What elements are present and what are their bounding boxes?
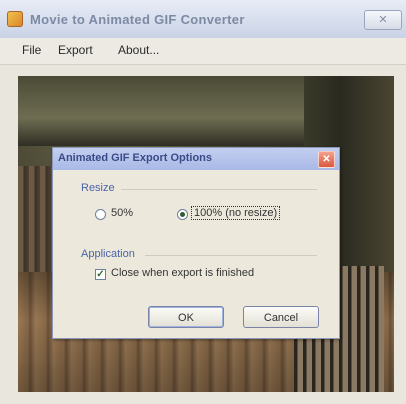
close-icon: ✕ <box>322 154 331 165</box>
resize-group-label: Resize <box>81 182 115 194</box>
menu-item-export[interactable]: Export <box>58 43 93 57</box>
dialog-titlebar: Animated GIF Export Options ✕ <box>53 148 339 170</box>
close-when-finished-label[interactable]: Close when export is finished <box>111 267 254 279</box>
close-icon: ✕ <box>378 14 388 26</box>
window-close-button[interactable]: ✕ <box>364 10 402 30</box>
gif-export-options-dialog: Animated GIF Export Options ✕ Resize 50%… <box>52 147 340 339</box>
window-title: Movie to Animated GIF Converter <box>30 12 245 27</box>
menu-bar: File Export About... <box>0 38 406 65</box>
app-icon <box>7 11 23 27</box>
menu-item-file[interactable]: File <box>22 43 41 57</box>
ok-button[interactable]: OK <box>148 306 224 328</box>
application-group-label: Application <box>81 248 135 260</box>
application-group-divider <box>145 255 317 256</box>
cancel-button[interactable]: Cancel <box>243 306 319 328</box>
resize-group-divider <box>121 189 317 190</box>
dialog-close-button[interactable]: ✕ <box>318 151 335 168</box>
radio-resize-50[interactable] <box>95 209 106 220</box>
close-when-finished-checkbox[interactable]: ✓ <box>95 269 106 280</box>
window-titlebar: Movie to Animated GIF Converter ✕ <box>0 0 406 39</box>
dialog-title: Animated GIF Export Options <box>58 152 213 164</box>
radio-resize-100-label[interactable]: 100% (no resize) <box>191 206 281 220</box>
radio-resize-100[interactable] <box>177 209 188 220</box>
radio-resize-50-label[interactable]: 50% <box>111 207 133 219</box>
menu-item-about[interactable]: About... <box>118 43 159 57</box>
